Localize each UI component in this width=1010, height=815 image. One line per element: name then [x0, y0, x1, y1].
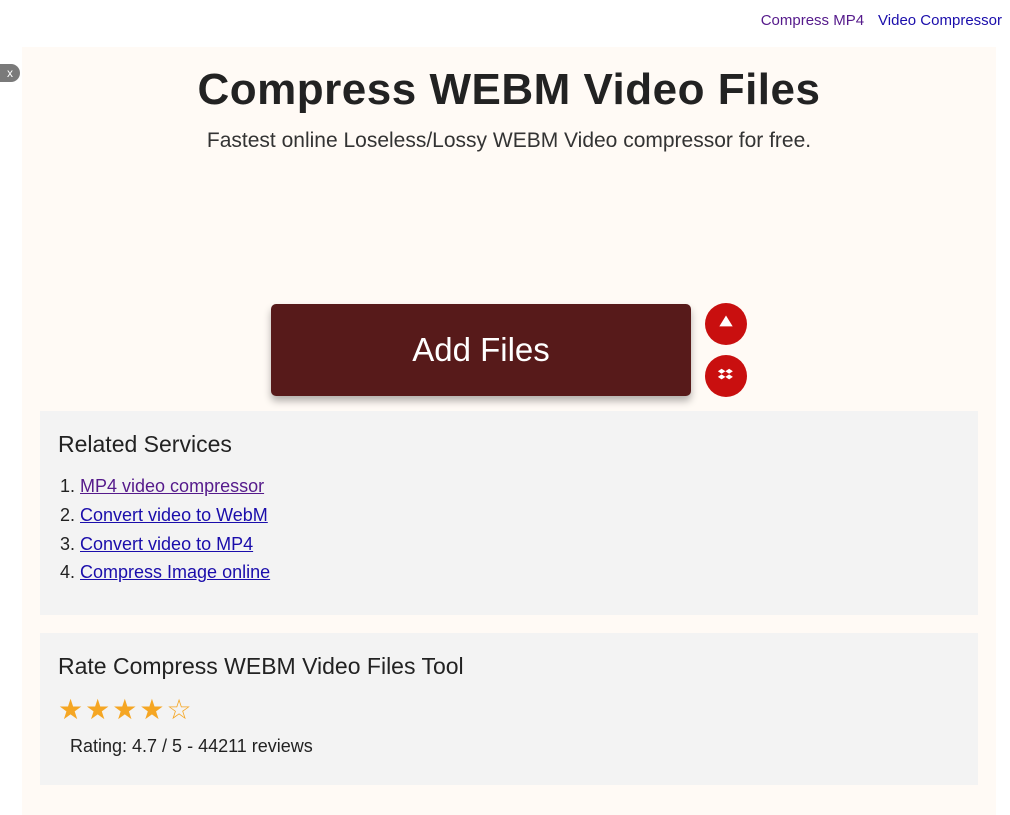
- star-icon[interactable]: ★: [139, 696, 164, 724]
- star-icon[interactable]: ★: [58, 696, 83, 724]
- related-link-convert-mp4[interactable]: Convert video to MP4: [80, 534, 253, 554]
- nav-link-compress-mp4[interactable]: Compress MP4: [761, 12, 864, 29]
- related-services-list: MP4 video compressor Convert video to We…: [58, 472, 960, 587]
- list-item: Convert video to MP4: [60, 530, 960, 559]
- top-nav: Compress MP4 Video Compressor: [0, 0, 1010, 47]
- page-title: Compress WEBM Video Files: [22, 65, 996, 115]
- star-outline-icon[interactable]: ☆: [166, 696, 191, 724]
- star-icon[interactable]: ★: [112, 696, 137, 724]
- related-link-convert-webm[interactable]: Convert video to WebM: [80, 505, 268, 525]
- nav-link-video-compressor[interactable]: Video Compressor: [878, 12, 1002, 29]
- google-drive-icon: [716, 313, 736, 336]
- list-item: Compress Image online: [60, 558, 960, 587]
- google-drive-button[interactable]: [705, 303, 747, 345]
- upload-area: Add Files: [22, 303, 996, 397]
- star-icon[interactable]: ★: [85, 696, 110, 724]
- star-rating[interactable]: ★ ★ ★ ★ ☆: [58, 696, 960, 724]
- main-content: Compress WEBM Video Files Fastest online…: [22, 47, 996, 815]
- hero: Compress WEBM Video Files Fastest online…: [22, 47, 996, 153]
- related-services-heading: Related Services: [58, 431, 960, 458]
- related-services-panel: Related Services MP4 video compressor Co…: [40, 411, 978, 615]
- add-files-button[interactable]: Add Files: [271, 304, 691, 396]
- close-badge[interactable]: x: [0, 64, 20, 82]
- cloud-buttons: [705, 303, 747, 397]
- rating-text: Rating: 4.7 / 5 - 44211 reviews: [70, 736, 960, 757]
- dropbox-icon: [716, 365, 736, 388]
- rating-heading: Rate Compress WEBM Video Files Tool: [58, 653, 960, 680]
- related-link-compress-image[interactable]: Compress Image online: [80, 562, 270, 582]
- related-link-mp4-compressor[interactable]: MP4 video compressor: [80, 476, 264, 496]
- list-item: MP4 video compressor: [60, 472, 960, 501]
- dropbox-button[interactable]: [705, 355, 747, 397]
- page-subtitle: Fastest online Loseless/Lossy WEBM Video…: [22, 129, 996, 153]
- rating-panel: Rate Compress WEBM Video Files Tool ★ ★ …: [40, 633, 978, 785]
- list-item: Convert video to WebM: [60, 501, 960, 530]
